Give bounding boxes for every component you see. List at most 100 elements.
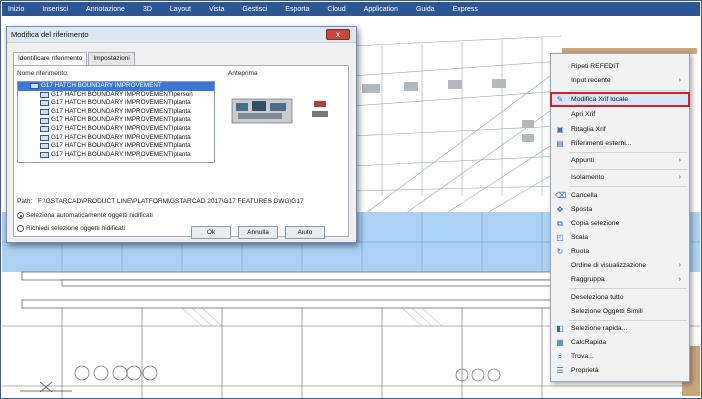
find-icon: ⌕ (557, 352, 563, 361)
menu-separator (569, 320, 687, 321)
quick-select-icon: ◧ (556, 324, 564, 333)
xref-icon (40, 152, 49, 159)
tree-item[interactable]: G17 HATCH BOUNDARY IMPROVEMENTIplanta (18, 134, 214, 143)
preview-thumbnail (231, 98, 328, 124)
menu-item-open-xref[interactable]: Apri Xrif (551, 108, 689, 121)
menu-item-recent-input[interactable]: Input recente › (551, 74, 689, 87)
menu-item-move[interactable]: ✥ Sposta (551, 203, 689, 216)
app-window: Inizio Inserisci Annotazione 3D Layout V… (0, 0, 702, 399)
menu-item-find[interactable]: ⌕ Trova... (551, 350, 689, 363)
hatch (181, 307, 443, 327)
tree-item[interactable]: G17 HATCH BOUNDARY IMPROVEMENTIplanta (18, 142, 214, 151)
chevron-right-icon: › (678, 276, 681, 283)
dialog-title: Modifica del riferimento (7, 27, 356, 43)
menu-item-edit-xref-inplace[interactable]: ✎ Modifica Xrif locale (550, 92, 690, 107)
chevron-right-icon: › (678, 174, 681, 181)
menu-item-select-similar[interactable]: Selezione Oggetti Simili (551, 305, 689, 318)
menu-3d[interactable]: 3D (143, 6, 152, 13)
dialog-tabs: Identificare riferimento Impostazioni (13, 52, 136, 65)
xref-icon (40, 91, 49, 98)
menu-layout[interactable]: Layout (170, 6, 191, 13)
menu-separator (569, 169, 687, 170)
tab-settings[interactable]: Impostazioni (88, 52, 135, 65)
menu-item-copy-selection[interactable]: ⧉ Copia selezione (551, 217, 689, 230)
xref-icon (40, 117, 49, 124)
external-refs-icon: ▤ (556, 139, 564, 148)
clip-icon: ▣ (556, 125, 564, 134)
menu-item-isolation[interactable]: Isolamento › (551, 171, 689, 184)
ribbon-menubar: Inizio Inserisci Annotazione 3D Layout V… (2, 2, 700, 16)
xref-icon (40, 100, 49, 107)
menu-inizio[interactable]: Inizio (8, 6, 24, 13)
tree-item[interactable]: G17 HATCH BOUNDARY IMPROVEMENTIplanta (18, 116, 214, 125)
menu-item-repeat-refedit[interactable]: Ripeti REFEDIT (551, 60, 689, 73)
menu-item-rotate[interactable]: ↻ Ruota (551, 245, 689, 258)
copy-icon: ⧉ (557, 219, 563, 228)
preview-building (231, 98, 328, 124)
context-menu: Ripeti REFEDIT Input recente › ✎ Modifica … (550, 53, 690, 382)
menu-express[interactable]: Express (453, 6, 478, 13)
tree-item[interactable]: G17 HATCH BOUNDARY IMPROVEMENTIperson (18, 91, 214, 100)
tree-item[interactable]: G17 HATCH BOUNDARY IMPROVEMENT (18, 82, 214, 91)
menu-separator (569, 186, 687, 187)
menu-item-draw-order[interactable]: Ordine di visualizzazione › (551, 259, 689, 272)
tree-item[interactable]: G17 HATCH BOUNDARY IMPROVEMENTIplanta (18, 108, 214, 117)
ucs-icon (20, 381, 72, 393)
reference-tree[interactable]: G17 HATCH BOUNDARY IMPROVEMENT G17 HATCH… (17, 81, 215, 163)
menu-item-group[interactable]: Raggruppa › (551, 273, 689, 286)
help-button[interactable]: Aiuto (285, 226, 325, 239)
chevron-right-icon: › (678, 262, 681, 269)
radio-auto-select[interactable]: Seleziona automaticamente oggetti nidifi… (17, 212, 153, 219)
tree-item[interactable]: G17 HATCH BOUNDARY IMPROVEMENTIplanta (18, 125, 214, 134)
menu-guida[interactable]: Guida (416, 6, 435, 13)
close-icon: x (336, 30, 340, 39)
xref-icon (40, 126, 49, 133)
chevron-right-icon: › (678, 157, 681, 164)
menu-item-erase[interactable]: ⌫ Cancella (551, 189, 689, 202)
refedit-dialog: Modifica del riferimento x Identificare … (6, 26, 357, 243)
menu-item-clipboard[interactable]: Appunti › (551, 154, 689, 167)
menu-item-external-refs[interactable]: ▤ Riferimenti esterni... (551, 137, 689, 150)
menu-gestisci[interactable]: Gestisci (242, 6, 267, 13)
chevron-right-icon: › (678, 77, 681, 84)
menu-annotazione[interactable]: Annotazione (86, 6, 125, 13)
properties-icon: ☰ (556, 366, 564, 375)
menu-item-properties[interactable]: ☰ Proprietà (551, 364, 689, 377)
edit-xref-icon: ✎ (556, 95, 564, 104)
preview-label: Anteprima (228, 70, 258, 77)
menu-separator (569, 152, 687, 153)
scale-icon: ◰ (556, 233, 564, 242)
menu-item-quickcalc[interactable]: ▦ CalcRapida (551, 336, 689, 349)
rotate-icon: ↻ (556, 247, 564, 256)
tree-item[interactable]: G17 HATCH BOUNDARY IMPROVEMENTIplanta (18, 99, 214, 108)
xref-icon (30, 83, 39, 90)
xref-icon (40, 109, 49, 116)
path-label: Path: (17, 198, 33, 205)
planters (74, 365, 501, 382)
preview-pane (228, 81, 338, 137)
menu-esporta[interactable]: Esporta (285, 6, 309, 13)
cancel-button[interactable]: Annulla (238, 226, 278, 239)
tab-identify-reference[interactable]: Identificare riferimento (13, 52, 88, 65)
tree-item[interactable]: G17 HATCH BOUNDARY IMPROVEMENTIplanta (18, 151, 214, 160)
menu-item-scale[interactable]: ◰ Scala (551, 231, 689, 244)
calculator-icon: ▦ (556, 338, 564, 347)
radio-on-icon (17, 212, 24, 219)
menu-application[interactable]: Application (364, 6, 398, 13)
menu-item-clip-xref[interactable]: ▣ Ritaglia Xrif (551, 123, 689, 136)
menu-cloud[interactable]: Cloud (327, 6, 345, 13)
xref-icon (40, 143, 49, 150)
close-button[interactable]: x (326, 29, 350, 40)
menu-separator (569, 288, 687, 289)
tab-panel: Nome riferimento: Anteprima G17 HATCH BO… (13, 65, 349, 237)
move-icon: ✥ (556, 205, 564, 214)
erase-icon: ⌫ (555, 191, 567, 200)
menu-item-quick-select[interactable]: ◧ Selezione rapida... (551, 322, 689, 335)
radio-prompt-select[interactable]: Richiedi selezione oggetti nidificati (17, 225, 125, 232)
xref-icon (40, 134, 49, 141)
ref-name-label: Nome riferimento: (17, 70, 69, 77)
menu-inserisci[interactable]: Inserisci (42, 6, 68, 13)
menu-vista[interactable]: Vista (209, 6, 224, 13)
ok-button[interactable]: Ok (191, 226, 231, 239)
menu-item-deselect-all[interactable]: Deseleziona tutto (551, 291, 689, 304)
